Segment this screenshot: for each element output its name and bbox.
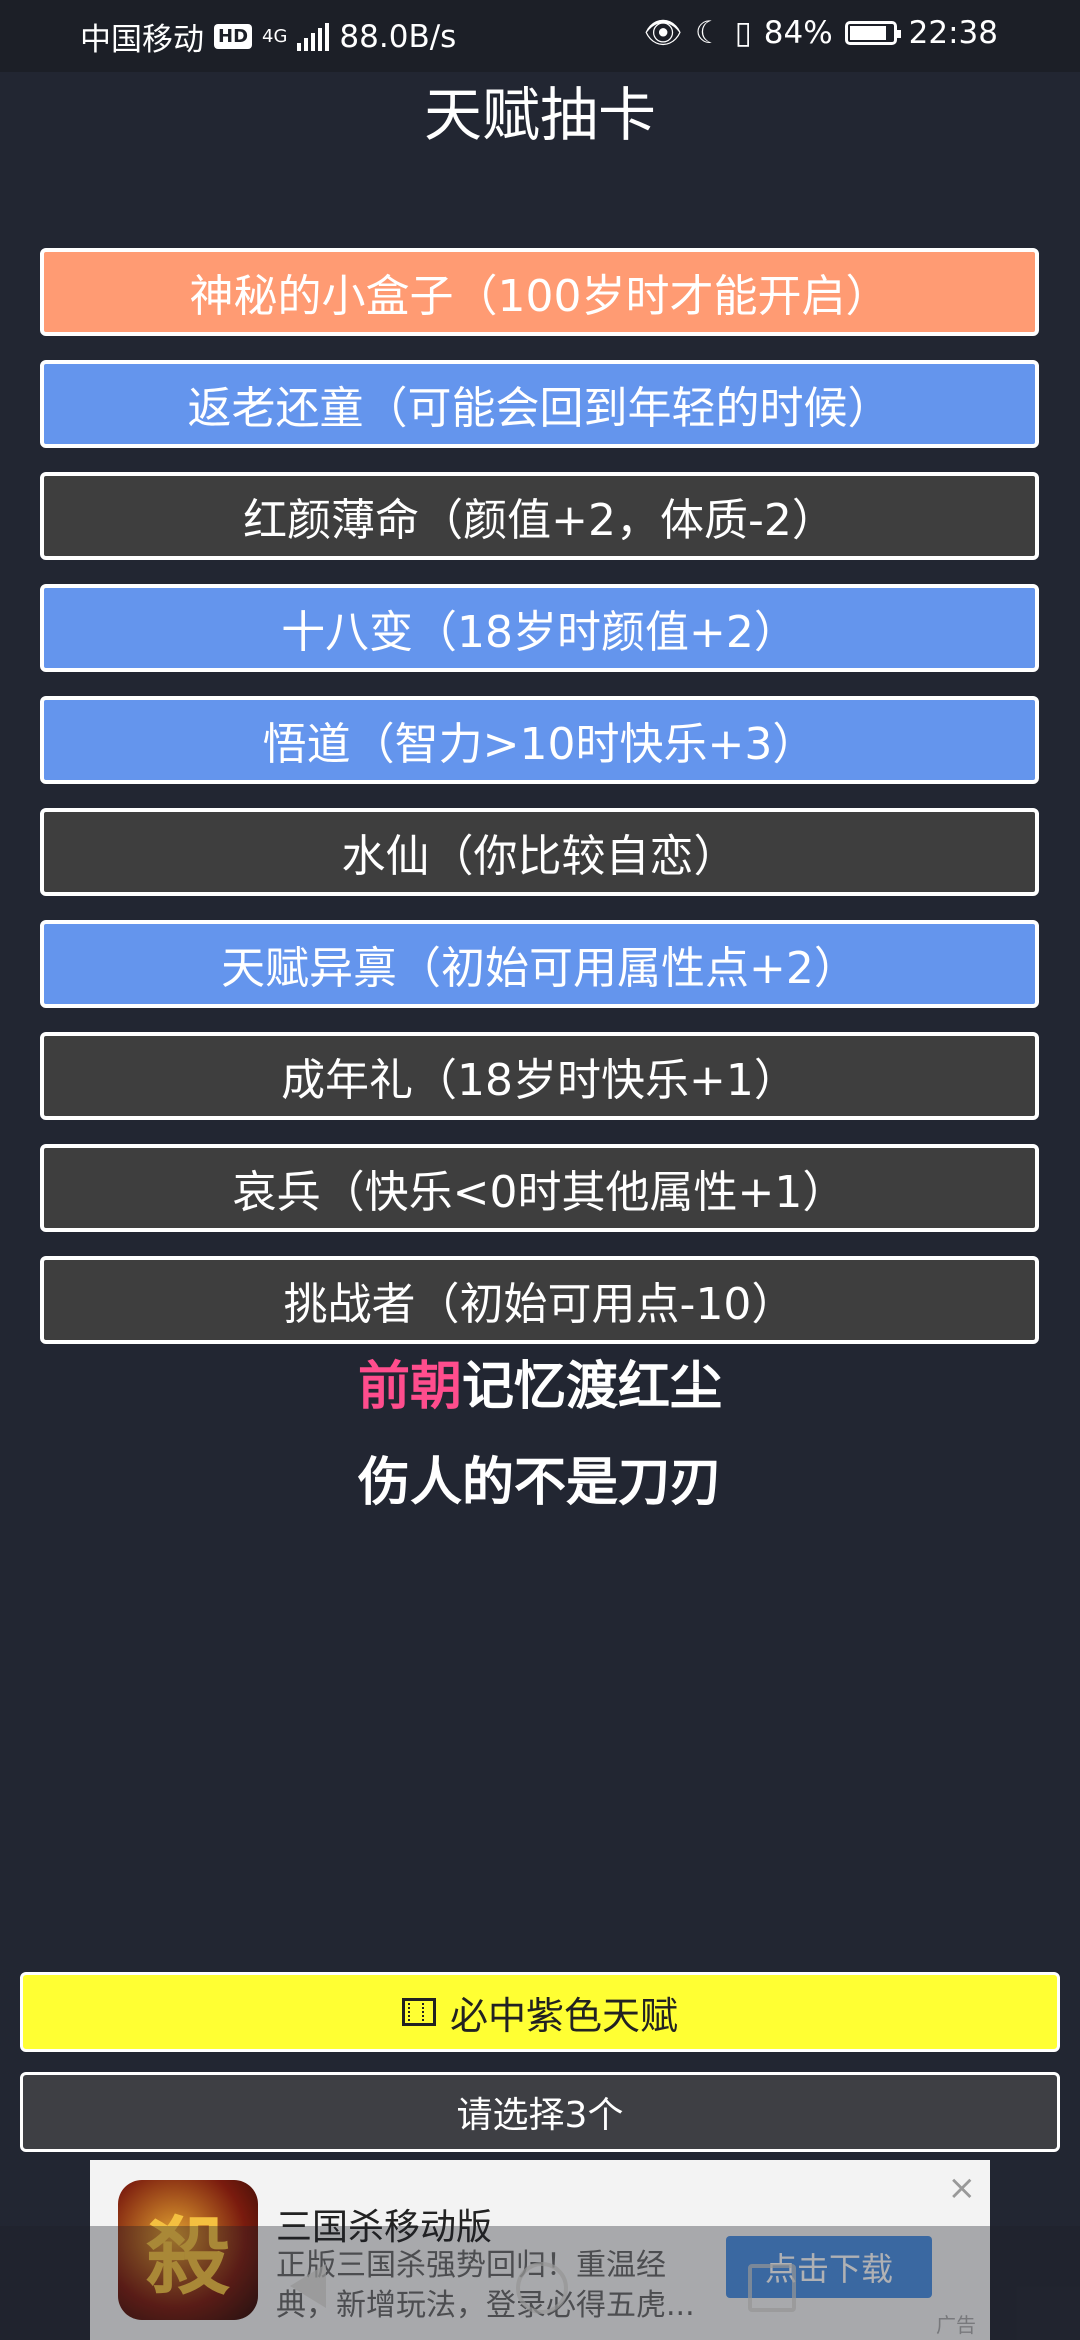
carrier-name: 中国移动 <box>80 22 204 58</box>
hd-icon: HD <box>214 24 253 49</box>
network-speed: 88.0B/s <box>339 18 457 55</box>
vibrate-icon: ▯ <box>734 14 752 51</box>
signal-icon <box>297 22 330 51</box>
close-icon[interactable]: × <box>948 2168 977 2208</box>
talent-card[interactable]: 挑战者（初始可用点-10） <box>40 1256 1039 1344</box>
talent-card[interactable]: 十八变（18岁时颜值+2） <box>40 584 1039 672</box>
page-title: 天赋抽卡 <box>423 81 656 149</box>
video-icon <box>401 1998 436 2026</box>
lyric-highlight: 前朝 <box>357 1357 462 1417</box>
purple-talent-label: 必中紫色天赋 <box>449 1993 678 2038</box>
recent-apps-icon[interactable] <box>748 2264 796 2312</box>
status-right: 👁 ☾ ▯ 84% 22:38 <box>643 14 998 52</box>
purple-talent-button[interactable]: 必中紫色天赋 <box>20 1972 1060 2052</box>
back-icon[interactable] <box>290 2264 326 2308</box>
talent-card-list: 神秘的小盒子（100岁时才能开启） 返老还童（可能会回到年轻的时候） 红颜薄命（… <box>40 248 1039 1368</box>
battery-percent: 84% <box>763 14 833 51</box>
network-type: 4G <box>262 26 288 47</box>
status-left: 中国移动 HD 4G 88.0B/s <box>80 14 456 59</box>
talent-card[interactable]: 天赋异禀（初始可用属性点+2） <box>40 920 1039 1008</box>
home-icon[interactable] <box>516 2262 568 2314</box>
lyric-line-2: 伤人的不是刀刃 <box>357 1453 722 1513</box>
talent-card[interactable]: 哀兵（快乐<0时其他属性+1） <box>40 1144 1039 1232</box>
talent-card[interactable]: 神秘的小盒子（100岁时才能开启） <box>40 248 1039 336</box>
clock: 22:38 <box>908 14 998 51</box>
lyric-rest: 记忆渡红尘 <box>462 1357 723 1417</box>
talent-card[interactable]: 悟道（智力>10时快乐+3） <box>40 696 1039 784</box>
talent-card[interactable]: 红颜薄命（颜值+2，体质-2） <box>40 472 1039 560</box>
moon-icon: ☾ <box>694 14 723 51</box>
eye-icon: 👁 <box>643 15 683 51</box>
select-three-button[interactable]: 请选择3个 <box>20 2072 1060 2152</box>
talent-card[interactable]: 返老还童（可能会回到年轻的时候） <box>40 360 1039 448</box>
status-bar: 中国移动 HD 4G 88.0B/s 👁 ☾ ▯ 84% 22:38 <box>0 0 1080 72</box>
battery-icon <box>844 20 901 45</box>
lyric-line-1: 前朝记忆渡红尘 <box>0 1344 1080 1419</box>
talent-card[interactable]: 成年礼（18岁时快乐+1） <box>40 1032 1039 1120</box>
system-nav-bar <box>0 2226 1080 2340</box>
talent-card[interactable]: 水仙（你比较自恋） <box>40 808 1039 896</box>
